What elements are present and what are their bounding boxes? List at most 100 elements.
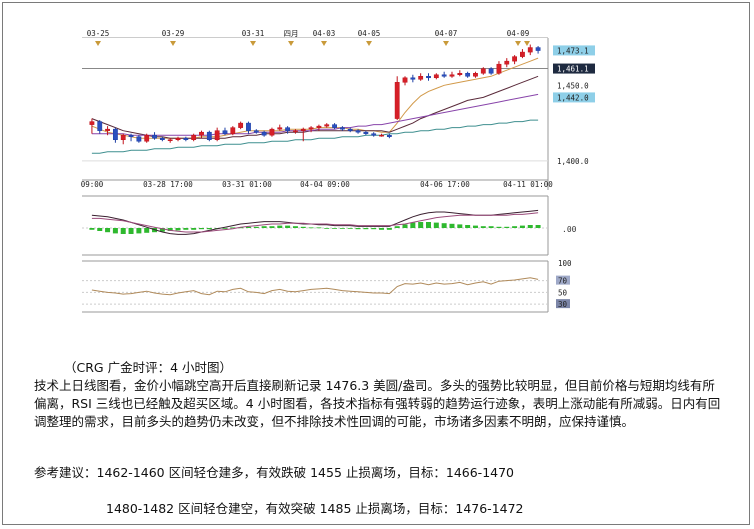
macd-bar bbox=[449, 223, 455, 228]
candle-body bbox=[347, 128, 353, 131]
candle-body bbox=[277, 127, 283, 130]
macd-bar bbox=[441, 223, 447, 228]
candle-body bbox=[496, 63, 502, 74]
candle-body bbox=[300, 128, 306, 131]
top-axis-label: 04-03 bbox=[313, 29, 336, 38]
top-axis-label: 四月 bbox=[284, 29, 299, 38]
bottom-axis-label: 04-06 17:00 bbox=[420, 180, 470, 189]
candle-body bbox=[386, 134, 392, 137]
top-axis-label: 03-31 bbox=[242, 29, 265, 38]
price-tick-label: 1,473.1 bbox=[557, 46, 589, 55]
macd-bar bbox=[183, 228, 189, 230]
macd-line bbox=[91, 209, 539, 235]
macd-bar bbox=[222, 228, 228, 229]
candle-body bbox=[488, 68, 494, 74]
macd-bar bbox=[191, 228, 197, 230]
macd-bar bbox=[457, 224, 463, 228]
price-plot-area bbox=[82, 38, 548, 180]
candle-body bbox=[89, 121, 95, 125]
macd-bar bbox=[112, 228, 118, 234]
macd-bar bbox=[347, 228, 353, 229]
candle-body bbox=[175, 137, 181, 140]
candle-body bbox=[410, 77, 416, 80]
suggestion-short: 1480-1482 区间轻仓建空，有效突破 1485 止损离场，目标：1476-… bbox=[106, 501, 524, 516]
candle-body bbox=[355, 130, 361, 133]
macd-bar bbox=[316, 227, 322, 229]
bottom-axis-label: 03-31 01:00 bbox=[222, 180, 272, 189]
macd-bar bbox=[512, 226, 518, 228]
candle-body bbox=[293, 130, 298, 132]
candle-body bbox=[112, 128, 118, 140]
rsi-panel: 100 70 50 30 bbox=[82, 259, 572, 313]
candle-body bbox=[512, 56, 518, 62]
macd-bar bbox=[519, 225, 525, 228]
candle-body bbox=[480, 68, 486, 74]
macd-bar bbox=[433, 222, 439, 228]
macd-bar bbox=[89, 228, 95, 230]
macd-bar bbox=[120, 228, 126, 234]
candle-body bbox=[535, 47, 541, 51]
candle-body bbox=[183, 137, 189, 140]
macd-bar bbox=[386, 228, 392, 230]
macd-bar bbox=[472, 225, 478, 228]
candle-body bbox=[159, 137, 165, 140]
commentary-paragraph: 技术上日线图看，金价小幅跳空高开后直接刷新记录 1476.3 美圆/盎司。多头的… bbox=[34, 378, 721, 429]
macd-bar bbox=[175, 228, 181, 231]
candle-body bbox=[144, 134, 150, 142]
macd-bar bbox=[136, 228, 142, 234]
macd-bar bbox=[332, 228, 338, 229]
candle-body bbox=[527, 47, 533, 53]
price-tick-label: 1,400.0 bbox=[557, 157, 589, 166]
candle-body bbox=[238, 122, 244, 128]
price-panel: 03-25 03-29 03-31 四月 04-03 04-05 04-07 04-09 09… bbox=[81, 29, 595, 190]
candle-body bbox=[473, 72, 478, 77]
candle-body bbox=[269, 128, 275, 136]
macd-bar bbox=[363, 228, 369, 230]
candle-body bbox=[152, 134, 157, 139]
macd-bar bbox=[379, 228, 385, 230]
candle-body bbox=[465, 72, 471, 77]
rsi-tick-label: 50 bbox=[558, 288, 568, 297]
macd-bar bbox=[269, 226, 275, 228]
top-axis-label: 03-25 bbox=[87, 29, 110, 38]
macd-bar bbox=[105, 228, 111, 233]
candle-body bbox=[520, 51, 525, 57]
candle-body bbox=[167, 139, 173, 141]
candle-body bbox=[457, 72, 463, 76]
macd-bar bbox=[488, 226, 494, 228]
bottom-axis-label: 04-04 09:00 bbox=[300, 180, 350, 189]
candle-body bbox=[199, 131, 204, 136]
macd-bar bbox=[277, 225, 283, 228]
bottom-axis-ticks: 09:00 03-28 17:00 03-31 01:00 04-04 09:00 04… bbox=[81, 180, 554, 189]
candle-body bbox=[191, 134, 197, 140]
bottom-axis-label: 03-28 17:00 bbox=[143, 180, 193, 189]
top-axis-label: 04-09 bbox=[507, 29, 530, 38]
price-tick-label: 1,442.0 bbox=[557, 93, 589, 102]
top-axis-label: 04-05 bbox=[358, 29, 381, 38]
macd-bar bbox=[292, 226, 298, 228]
candle-body bbox=[402, 77, 408, 83]
candle-body bbox=[441, 74, 447, 77]
candle-body bbox=[332, 124, 337, 128]
candle-body bbox=[136, 136, 142, 142]
macd-bar bbox=[394, 226, 400, 228]
candle-body bbox=[418, 76, 424, 80]
rsi-tick-label: 100 bbox=[558, 259, 572, 268]
macd-bar bbox=[308, 227, 314, 229]
macd-bar bbox=[527, 225, 533, 228]
candle-body bbox=[324, 124, 330, 127]
candle-body bbox=[222, 130, 228, 134]
price-tick-label: 1,450.0 bbox=[557, 81, 589, 90]
candle-body bbox=[449, 74, 455, 77]
macd-bar bbox=[128, 228, 134, 234]
candle-body bbox=[253, 130, 259, 133]
macd-bar bbox=[253, 226, 259, 228]
commentary-block: （CRG 广金时评：4 小时图） 技术上日线图看，金价小幅跳空高开后直接刷新记录… bbox=[34, 359, 724, 431]
candle-body bbox=[214, 130, 220, 140]
candle-body bbox=[339, 127, 345, 130]
candle-body bbox=[308, 127, 314, 130]
macd-bar bbox=[285, 225, 291, 228]
macd-bar bbox=[410, 222, 416, 228]
candle-body bbox=[433, 74, 439, 79]
candle-body bbox=[504, 60, 510, 65]
